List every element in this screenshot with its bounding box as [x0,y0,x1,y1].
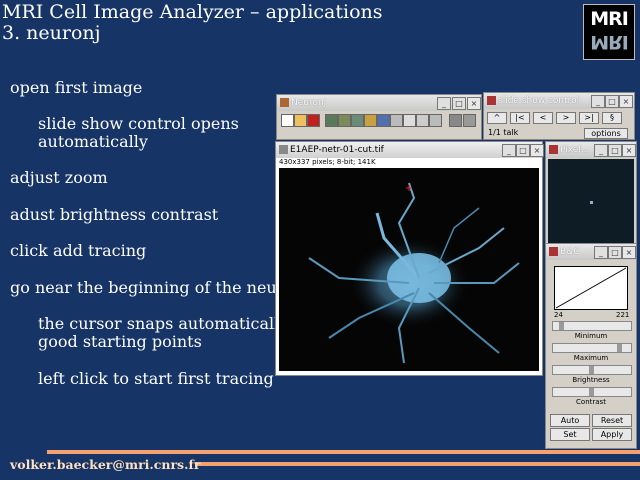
bc-title: B&C [560,247,580,257]
auto-button[interactable]: Auto [550,414,590,427]
label-icon[interactable] [364,114,377,127]
logo-text: MRI [590,8,629,30]
maximize-button[interactable]: □ [452,97,466,110]
slider-thumb[interactable] [617,344,622,352]
new-icon[interactable] [281,114,294,127]
pixel-window: Pixel... _ □ × [545,141,637,246]
pixel-titlebar[interactable]: Pixel... _ □ × [546,142,636,158]
parameters-icon[interactable] [429,114,442,127]
contrast-label: Contrast [576,398,606,406]
maximum-slider[interactable] [552,343,632,353]
brightness-label: Brightness [572,376,610,384]
quit-icon[interactable] [463,114,476,127]
neuronj-window: NeuronJ _ □ × [276,94,482,140]
save-icon[interactable] [307,114,320,127]
image-window: E1AEP-netr-01-cut.tif _ □ × 430x337 pixe… [275,141,544,376]
first-slide-button[interactable]: |< [510,112,530,124]
bc-titlebar[interactable]: B&C _ □ × [546,244,636,260]
first-slide-up-button[interactable]: ^ [487,112,507,124]
bc-window: B&C _ □ × 24 221 Minimum Maximum Brightn… [545,243,637,449]
delete-tracing-icon[interactable] [338,114,351,127]
add-tracing-icon[interactable] [325,114,338,127]
close-button[interactable]: × [619,95,633,108]
measure-icon[interactable] [377,114,390,127]
image-info: 430x337 pixels; 8-bit; 141K [279,158,376,166]
bc-min-value: 24 [554,311,563,319]
minimize-button[interactable]: _ [437,97,451,110]
open-icon[interactable] [294,114,307,127]
move-vertices-icon[interactable] [351,114,364,127]
title-line-2: 3. neuronj [2,22,101,44]
zoom-icon[interactable] [403,114,416,127]
image-app-icon [279,145,288,154]
footer-line-bottom [195,462,640,466]
slide-count: 1/1 talk [488,128,519,137]
pixel-point [590,201,593,204]
maximize-button[interactable]: □ [608,144,622,157]
slider-thumb[interactable] [559,322,564,330]
bullet-left-click: left click to start first tracing [38,369,274,388]
hand-icon[interactable] [416,114,429,127]
slideshow-titlebar[interactable]: slide show control _ □ × [484,93,634,109]
footer-line-top [47,450,640,454]
minimum-slider[interactable] [552,321,632,331]
mri-logo: MRI MRI [583,4,635,60]
close-button[interactable]: × [467,97,481,110]
minimize-button[interactable]: _ [591,95,605,108]
slideshow-window: slide show control _ □ × ^ |< < > >| § 1… [483,92,635,140]
neuronj-app-icon [280,98,289,107]
pixel-app-icon [549,145,558,154]
image-title: E1AEP-netr-01-cut.tif [290,145,384,155]
goto-slide-button[interactable]: § [602,112,622,124]
close-button[interactable]: × [622,246,636,259]
slider-thumb[interactable] [589,366,594,374]
next-slide-button[interactable]: > [556,112,576,124]
help-icon[interactable] [449,114,462,127]
set-button[interactable]: Set [550,428,590,441]
slideshow-app-icon [487,96,496,105]
pixel-title: Pixel... [560,145,590,155]
close-button[interactable]: × [530,144,544,157]
bullet-snap-cont: good starting points [38,332,202,351]
last-slide-button[interactable]: >| [579,112,599,124]
bc-max-value: 221 [616,311,630,319]
maximize-button[interactable]: □ [608,246,622,259]
minimum-label: Minimum [574,332,608,340]
image-titlebar[interactable]: E1AEP-netr-01-cut.tif _ □ × [276,142,544,158]
options-button[interactable]: options [584,128,628,139]
neuronj-title: NeuronJ [291,98,327,108]
previous-slide-button[interactable]: < [533,112,553,124]
slider-thumb[interactable] [589,388,594,396]
bullet-slideshow: slide show control opens [38,114,239,133]
bullet-slideshow-cont: automatically [38,132,148,151]
title-line-1: MRI Cell Image Analyzer – applications [2,1,383,23]
close-button[interactable]: × [622,144,636,157]
bullet-open-image: open first image [10,78,143,97]
bullet-go-near: go near the beginning of the neurite [10,278,306,297]
slideshow-title: slide show control [498,96,580,106]
contrast-slider[interactable] [552,387,632,397]
slide-title: MRI Cell Image Analyzer – applications 3… [2,2,383,44]
bullet-brightness: adust brightness contrast [10,205,219,224]
logo-reflection: MRI [590,31,628,53]
bullet-add-tracing: click add tracing [10,241,147,260]
bc-histogram [554,266,628,310]
apply-button[interactable]: Apply [592,428,632,441]
neuronj-titlebar[interactable]: NeuronJ _ □ × [277,95,481,111]
bc-app-icon [549,247,558,256]
minimize-button[interactable]: _ [594,144,608,157]
snapshot-icon[interactable] [390,114,403,127]
maximize-button[interactable]: □ [605,95,619,108]
brightness-slider[interactable] [552,365,632,375]
maximum-label: Maximum [573,354,609,362]
bullet-snap: the cursor snaps automatically to [38,314,310,333]
maximize-button[interactable]: □ [516,144,530,157]
footer-email: volker.baecker@mri.cnrs.fr [10,457,201,472]
reset-button[interactable]: Reset [592,414,632,427]
minimize-button[interactable]: _ [594,246,608,259]
bullet-zoom: adjust zoom [10,168,108,187]
minimize-button[interactable]: _ [502,144,516,157]
neuron-image[interactable] [279,168,539,371]
pixel-preview [548,159,634,243]
